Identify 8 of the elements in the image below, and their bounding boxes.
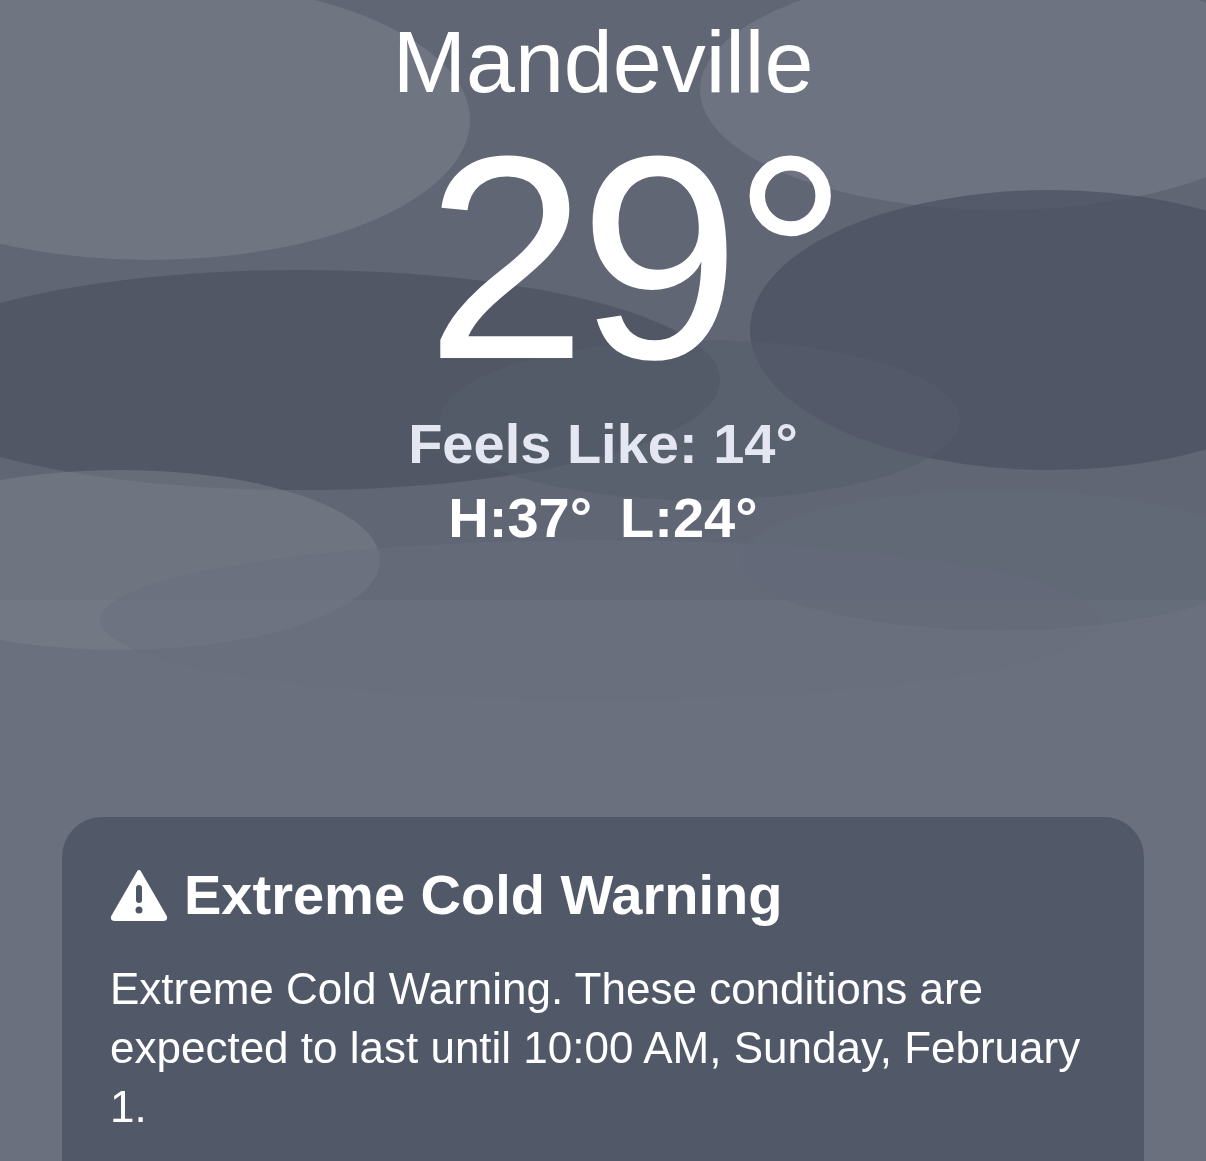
low-temperature: L:24° (620, 490, 758, 546)
city-name: Mandeville (392, 18, 814, 106)
feels-like-temperature: Feels Like: 14° (408, 416, 798, 472)
alert-message: Extreme Cold Warning. These conditions are expected to last until 10:00 AM, Sunday, February 1. (110, 963, 1082, 1133)
warning-icon (110, 869, 168, 921)
alert-card[interactable]: Extreme Cold Warning Extreme Cold Warning. These conditions are expected to last until 10:00 AM, Sunday, February 1. (62, 817, 1144, 1161)
high-temperature: H:37° (448, 490, 593, 546)
current-temperature: 29° (425, 112, 841, 402)
